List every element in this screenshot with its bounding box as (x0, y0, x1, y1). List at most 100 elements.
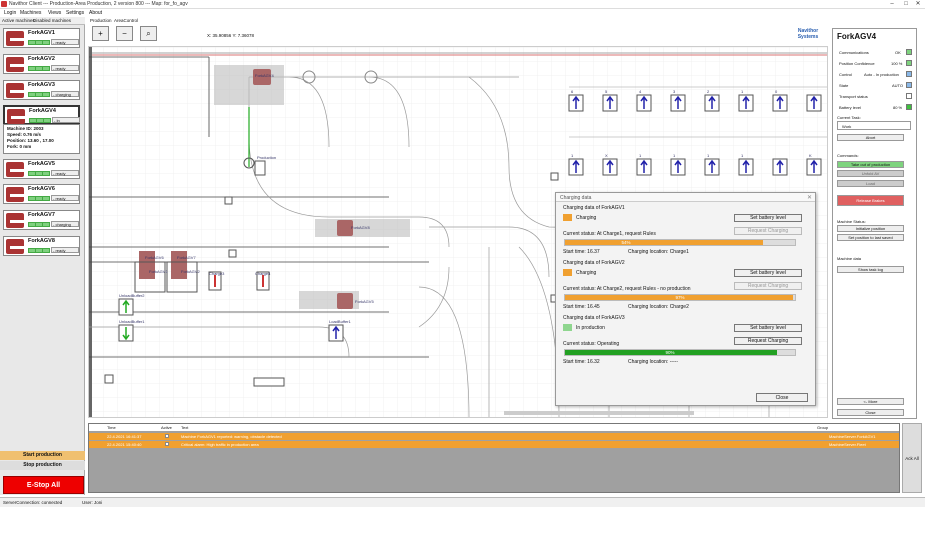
tab-areacontrol[interactable]: AreaControl (114, 18, 138, 23)
machine-status: - ready (51, 247, 79, 253)
status-square (906, 82, 912, 88)
machine-card-selected[interactable]: ForkAGV4 - In production (3, 105, 80, 128)
charge-label: Charge3 (209, 271, 225, 276)
machine-name: ForkAGV4 (29, 108, 56, 114)
menu-machines[interactable]: Machines (20, 10, 41, 16)
status-square (906, 104, 912, 110)
log-col-text: Text (181, 425, 189, 430)
section-heading: Charging data of ForkAGV2 (563, 260, 625, 266)
status-square (906, 49, 912, 55)
start-time: Start time: 16.45 (563, 304, 600, 310)
charge-progress-bar: 97% (564, 294, 796, 301)
load-button[interactable]: Load (837, 180, 904, 187)
set-position-last-button[interactable]: Set position to last saved (837, 234, 904, 241)
battery-indicator (28, 222, 50, 227)
take-out-of-production-button[interactable]: Take out of production (837, 161, 904, 168)
battery-indicator (28, 92, 50, 97)
log-row[interactable]: 22.4.2021 15:40:40 Critical alarm: High … (89, 441, 899, 448)
machine-data-label: Machine data (837, 256, 862, 261)
menu-views[interactable]: Views (48, 10, 61, 16)
info-label: Transport status (839, 94, 868, 99)
machine-card[interactable]: ForkAGV8 - ready (3, 236, 80, 256)
tab-active-machines[interactable]: Active machines (2, 18, 35, 23)
selected-machine-title: ForkAGV4 (837, 32, 877, 41)
zoom-in-button[interactable]: + (92, 26, 109, 41)
start-time: Start time: 16.32 (563, 359, 600, 365)
close-panel-button[interactable]: Close (837, 409, 904, 416)
machine-fork: Fork: 0 mm (7, 144, 32, 149)
minimize-button[interactable]: – (885, 0, 899, 9)
machine-card[interactable]: ForkAGV1 - ready (3, 28, 80, 48)
battery-indicator (28, 248, 50, 253)
close-window-button[interactable]: ✕ (911, 0, 925, 9)
unloadbuffer-label: UnloadBuffer2 (119, 293, 145, 298)
machine-card[interactable]: ForkAGV3 - charging (3, 80, 80, 100)
zoom-out-button[interactable]: − (116, 26, 133, 41)
battery-indicator (28, 171, 50, 176)
ack-all-button[interactable]: Ack All (902, 423, 922, 493)
tab-production[interactable]: Production (90, 18, 112, 23)
zoom-fit-button[interactable]: ⌕ (140, 26, 157, 41)
machine-card[interactable]: ForkAGV7 - charging (3, 210, 80, 230)
current-user: User: Joni (82, 500, 103, 505)
section-heading: Charging data of ForkAGV1 (563, 205, 625, 211)
initialize-position-button[interactable]: Initialize position (837, 225, 904, 232)
log-group: MachineServer.Fleet (829, 442, 866, 447)
active-checkbox[interactable] (165, 434, 169, 438)
menu-settings[interactable]: Settings (66, 10, 84, 16)
charging-location: Charging location: ----- (628, 359, 679, 365)
abort-button[interactable]: Abort (837, 134, 904, 141)
machine-status: - ready (51, 39, 79, 45)
info-label: Control (839, 72, 852, 77)
log-row[interactable]: 22.4.2021 16:41:37 Machine ForkAGV1 repo… (89, 433, 899, 440)
machine-status: - ready (51, 195, 79, 201)
current-status: Current status: At Charge2, request Rule… (563, 286, 691, 292)
current-task-field: Work (837, 121, 911, 130)
machine-list-tabs: Active machines Disabled machines (0, 17, 85, 25)
active-checkbox[interactable] (165, 442, 169, 446)
station-number: X (605, 153, 608, 158)
machine-name: ForkAGV6 (28, 186, 55, 192)
menu-login[interactable]: Login (4, 10, 16, 16)
show-task-log-button[interactable]: Show task log (837, 266, 904, 273)
forklift-icon (7, 109, 25, 124)
log-group: MachineServer.ForkAGV1 (829, 434, 876, 439)
machine-card[interactable]: ForkAGV6 - ready (3, 184, 80, 204)
request-charging-button[interactable]: Request Charging (734, 337, 802, 345)
status-square (906, 60, 912, 66)
request-charging-button[interactable]: Request Charging (734, 227, 802, 235)
machine-name: ForkAGV1 (28, 30, 55, 36)
dialog-close-button[interactable]: Close (756, 393, 808, 402)
machine-card[interactable]: ForkAGV5 - ready (3, 159, 80, 179)
event-log: Time Active Text Group 22.4.2021 16:41:3… (88, 423, 900, 493)
battery-indicator (28, 40, 50, 45)
machine-info-panel: ForkAGV4 Communications OK Position Conf… (832, 28, 917, 419)
production-label: Production (257, 155, 276, 160)
status-bar: ServerConnection: connected User: Joni (0, 497, 925, 507)
title-bar: Navithor Client --- Production-Area Prod… (0, 0, 925, 9)
menu-about[interactable]: About (89, 10, 102, 16)
stop-production-button[interactable]: Stop production (0, 461, 85, 470)
set-battery-level-button[interactable]: Set battery level (734, 214, 802, 222)
set-battery-level-button[interactable]: Set battery level (734, 324, 802, 332)
start-production-button[interactable]: Start production (0, 451, 85, 460)
info-value: AUTO (892, 83, 904, 88)
section-heading: Charging data of ForkAGV3 (563, 315, 625, 321)
info-value: 100 % (891, 61, 903, 66)
unfold-button[interactable]: Unfold AV (837, 170, 904, 177)
tab-disabled-machines[interactable]: Disabled machines (33, 18, 71, 23)
log-col-time: Time (107, 425, 116, 430)
more-button[interactable]: <- More (837, 398, 904, 405)
station-number: K (809, 153, 812, 158)
release-brakes-button[interactable]: Release Brakes (837, 195, 904, 206)
machine-card[interactable]: ForkAGV2 - ready (3, 54, 80, 74)
estop-all-button[interactable]: E-Stop All (3, 476, 84, 494)
forklift-icon (6, 187, 24, 202)
state-color-box (563, 324, 572, 331)
machine-name: ForkAGV8 (28, 238, 55, 244)
request-charging-button[interactable]: Request Charging (734, 282, 802, 290)
set-battery-level-button[interactable]: Set battery level (734, 269, 802, 277)
close-icon[interactable]: ✕ (807, 194, 812, 201)
machine-name: ForkAGV5 (28, 161, 55, 167)
unloadbuffer-label: UnloadBuffer1 (119, 319, 145, 324)
